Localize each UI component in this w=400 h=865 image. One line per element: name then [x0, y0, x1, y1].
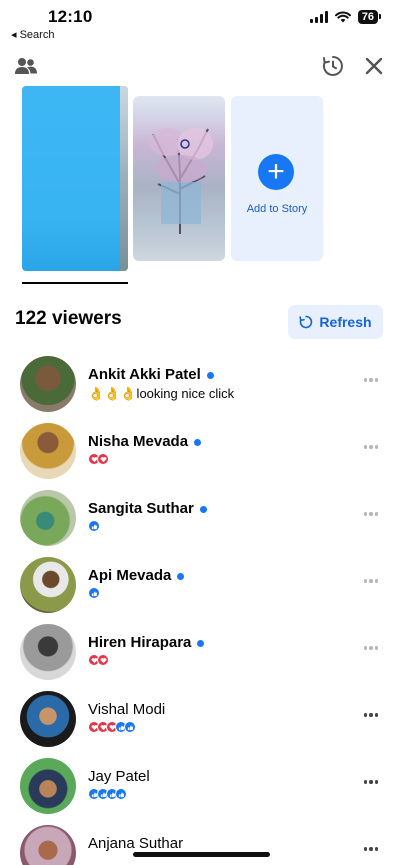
viewer-row[interactable]: Ankit Akki Patel 👌👌👌looking nice click — [0, 356, 400, 422]
plus-icon: + — [258, 154, 294, 190]
viewer-name: Anjana Suthar — [88, 835, 184, 852]
heart-reaction-icon — [97, 453, 109, 465]
viewer-row[interactable]: Hiren Hirapara — [0, 624, 400, 690]
clock: 12:10 — [48, 7, 93, 26]
system-icons: 76 — [309, 10, 382, 24]
like-reaction-icon — [88, 520, 100, 532]
reactions — [88, 453, 109, 465]
unread-dot — [194, 438, 202, 446]
viewer-row[interactable]: Vishal Modi — [0, 691, 400, 757]
avatar[interactable] — [20, 624, 76, 680]
viewer-row[interactable]: Anjana Suthar — [0, 825, 400, 865]
more-icon[interactable] — [363, 579, 378, 583]
more-icon[interactable] — [363, 445, 378, 449]
active-story-indicator — [22, 282, 128, 284]
unread-dot — [177, 572, 185, 580]
more-icon[interactable] — [363, 780, 378, 784]
back-to-search-link[interactable]: ◂ Search — [11, 28, 54, 41]
viewer-row[interactable]: Api Mevada — [0, 557, 400, 623]
more-icon[interactable] — [363, 646, 378, 650]
viewer-name: Jay Patel — [88, 768, 150, 785]
viewer-name: Api Mevada — [88, 567, 172, 584]
viewer-name: Ankit Akki Patel — [88, 366, 201, 383]
heart-reaction-icon — [97, 654, 109, 666]
battery-indicator: 76 — [357, 10, 382, 24]
more-icon[interactable] — [363, 713, 378, 717]
unread-dot — [206, 371, 214, 379]
reactions — [88, 788, 127, 800]
viewer-name: Vishal Modi — [88, 701, 166, 718]
viewer-row[interactable]: Sangita Suthar — [0, 490, 400, 556]
reactions — [88, 654, 109, 666]
viewer-name: Hiren Hirapara — [88, 634, 192, 651]
refresh-icon — [299, 315, 313, 329]
viewer-row[interactable]: Jay Patel — [0, 758, 400, 824]
friends-icon[interactable] — [12, 52, 40, 80]
avatar[interactable] — [20, 758, 76, 814]
wifi-icon — [334, 11, 351, 23]
like-reaction-icon — [115, 788, 127, 800]
archive-clock-icon[interactable] — [319, 52, 347, 80]
story-thumbnail-active[interactable] — [22, 86, 128, 271]
more-icon[interactable] — [363, 378, 378, 382]
story-header-actions — [0, 52, 400, 80]
like-reaction-icon — [88, 587, 100, 599]
tree-photo — [150, 128, 213, 234]
avatar[interactable] — [20, 825, 76, 865]
story-thumbnail-tree[interactable] — [133, 96, 225, 261]
avatar[interactable] — [20, 691, 76, 747]
close-icon[interactable] — [360, 52, 388, 80]
add-to-story-label: Add to Story — [246, 203, 308, 215]
reactions — [88, 721, 136, 733]
reactions — [88, 520, 100, 532]
reactions — [88, 587, 100, 599]
viewer-name: Nisha Mevada — [88, 433, 189, 450]
more-icon[interactable] — [363, 847, 378, 851]
more-icon[interactable] — [363, 512, 378, 516]
like-reaction-icon — [124, 721, 136, 733]
unread-dot — [199, 505, 207, 513]
cellular-signal-icon — [309, 11, 328, 23]
avatar[interactable] — [20, 356, 76, 412]
viewer-row[interactable]: Nisha Mevada — [0, 423, 400, 489]
refresh-label: Refresh — [319, 314, 372, 330]
home-indicator — [133, 852, 270, 857]
avatar[interactable] — [20, 557, 76, 613]
viewers-count-heading: 122 viewers — [15, 308, 122, 329]
add-to-story-card[interactable]: + Add to Story — [231, 96, 323, 261]
avatar[interactable] — [20, 423, 76, 479]
unread-dot — [197, 639, 205, 647]
viewer-name: Sangita Suthar — [88, 500, 194, 517]
refresh-button[interactable]: Refresh — [288, 305, 383, 339]
viewer-reply: 👌👌👌looking nice click — [88, 386, 235, 401]
status-bar: 12:10 ◂ Search 76 — [0, 0, 400, 44]
avatar[interactable] — [20, 490, 76, 546]
